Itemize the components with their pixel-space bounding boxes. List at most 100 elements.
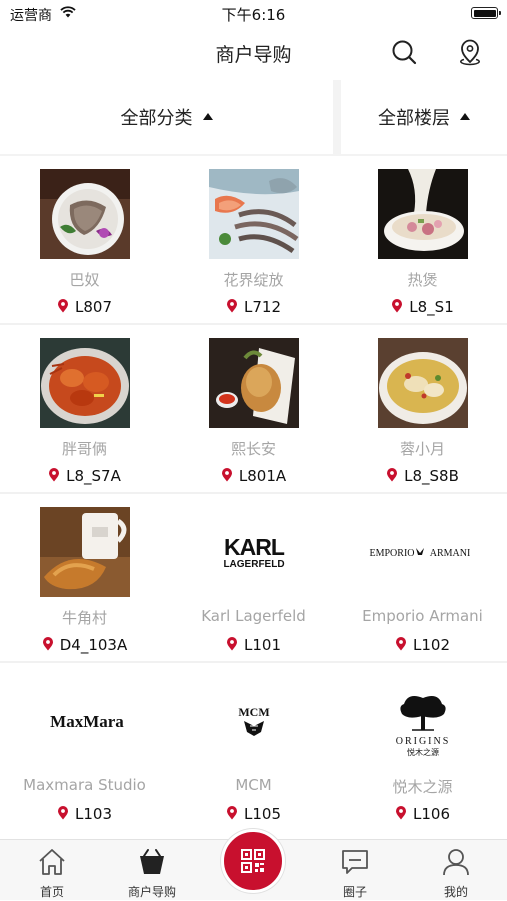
store-location: D4_103A xyxy=(0,636,169,654)
category-filter[interactable]: 全部分类 xyxy=(0,80,333,154)
maxmara-logo-word: MaxMara xyxy=(50,712,124,731)
store-card[interactable]: MCM MCM L105 xyxy=(169,663,338,830)
store-location: L8_S7A xyxy=(0,467,169,485)
clock-time: 下午6:16 xyxy=(221,6,286,24)
map-pin-icon xyxy=(396,637,406,651)
store-row: 巴奴 L807 花界绽放 L712 热煲 L8_S1 xyxy=(0,156,507,325)
store-location: L105 xyxy=(169,805,338,823)
origins-logo-word: ORIGINS xyxy=(396,736,451,747)
tab-home-label: 首页 xyxy=(39,885,64,899)
store-location: L102 xyxy=(338,636,507,654)
store-card[interactable]: 花界绽放 L712 xyxy=(169,156,338,323)
map-pin-icon xyxy=(58,299,68,313)
store-location: L807 xyxy=(0,298,169,316)
store-image-roast-chicken xyxy=(209,338,299,428)
store-name: 蓉小月 xyxy=(399,440,445,458)
store-location-text: L8_S1 xyxy=(409,298,454,316)
store-image-fish-soup xyxy=(378,338,468,428)
tab-circle-label: 圈子 xyxy=(342,885,367,899)
tab-circle[interactable]: 圈子 xyxy=(305,840,405,901)
lagerfeld-logo-word: LAGERFELD xyxy=(223,559,284,570)
emporio-logo-word: EMPORIO xyxy=(369,548,414,559)
tab-home[interactable]: 首页 xyxy=(2,840,102,901)
store-location-text: L106 xyxy=(413,805,450,823)
battery-icon xyxy=(471,7,501,19)
store-row: 牛角村 D4_103A KARL LAGERFELD Karl Lagerfel… xyxy=(0,494,507,663)
store-image-crab xyxy=(40,338,130,428)
store-location-text: L102 xyxy=(413,636,450,654)
map-pin-icon xyxy=(58,806,68,820)
store-card[interactable]: 牛角村 D4_103A xyxy=(0,494,169,661)
map-pin-icon xyxy=(227,637,237,651)
tab-mine[interactable]: 我的 xyxy=(406,840,506,901)
map-pin-icon xyxy=(49,468,60,482)
page-title: 商户导购 xyxy=(215,44,292,66)
qr-scan-button[interactable] xyxy=(221,829,285,893)
store-location: L101 xyxy=(169,636,338,654)
category-filter-label: 全部分类 xyxy=(120,108,193,129)
nav-bar: 商户导购 xyxy=(0,28,507,78)
map-pin-icon xyxy=(42,637,53,651)
status-bar: 运营商 下午6:16 xyxy=(0,0,507,28)
store-image-seafood xyxy=(209,169,299,259)
store-name: 熙长安 xyxy=(230,440,276,458)
chat-bubble-icon xyxy=(342,850,368,874)
store-card[interactable]: 热煲 L8_S1 xyxy=(338,156,507,323)
store-card[interactable]: EMPORIO ARMANI Emporio Armani L102 xyxy=(338,494,507,661)
store-location: L103 xyxy=(0,805,169,823)
store-name: Maxmara Studio xyxy=(23,776,146,794)
armani-logo-word: ARMANI xyxy=(430,548,471,559)
karl-logo-word: KARL xyxy=(224,534,285,560)
store-name: 胖哥俩 xyxy=(61,440,107,458)
floor-filter[interactable]: 全部楼层 xyxy=(341,80,507,154)
store-card[interactable]: 胖哥俩 L8_S7A xyxy=(0,325,169,492)
store-image-claypot xyxy=(378,169,468,259)
store-location: L8_S1 xyxy=(338,298,507,316)
store-location-text: L8_S8B xyxy=(404,467,459,485)
store-row: MaxMara Maxmara Studio L103 MCM MCM L105 xyxy=(0,663,507,832)
eagle-logo-mark xyxy=(416,548,424,555)
store-location-text: L101 xyxy=(244,636,281,654)
search-icon[interactable] xyxy=(390,38,418,66)
store-name: 巴奴 xyxy=(69,271,100,289)
map-pin-icon xyxy=(221,468,232,482)
store-name: MCM xyxy=(235,776,272,794)
store-location: L801A xyxy=(169,467,338,485)
tab-shopping-guide-label: 商户导购 xyxy=(127,885,176,899)
qr-code-icon xyxy=(241,849,265,873)
store-location: L712 xyxy=(169,298,338,316)
store-location: L106 xyxy=(338,805,507,823)
person-icon xyxy=(443,849,469,876)
store-name: 悦木之源 xyxy=(392,778,453,796)
store-card[interactable]: KARL LAGERFELD Karl Lagerfeld L101 xyxy=(169,494,338,661)
store-logo-emporio-armani: EMPORIO ARMANI xyxy=(366,507,480,597)
store-location-text: L807 xyxy=(75,298,112,316)
store-logo-mcm: MCM xyxy=(209,676,299,766)
tab-shopping-guide[interactable]: 商户导购 xyxy=(102,840,202,901)
shopping-basket-icon xyxy=(140,849,164,874)
store-image-croissant xyxy=(40,507,130,597)
filter-bar: 全部分类 全部楼层 xyxy=(0,80,507,156)
store-location-text: L105 xyxy=(244,805,281,823)
tab-mine-label: 我的 xyxy=(443,885,468,899)
origins-cn-logo-word: 悦木之源 xyxy=(407,747,439,757)
map-pin-icon xyxy=(387,468,398,482)
store-location-text: L103 xyxy=(75,805,112,823)
map-pin-icon xyxy=(396,806,406,820)
store-card[interactable]: 熙长安 L801A xyxy=(169,325,338,492)
triangle-up-icon xyxy=(460,112,470,120)
store-name: 花界绽放 xyxy=(223,271,284,289)
triangle-up-icon xyxy=(202,112,213,120)
store-location-text: L8_S7A xyxy=(66,467,121,485)
store-card[interactable]: MaxMara Maxmara Studio L103 xyxy=(0,663,169,830)
location-pin-icon[interactable] xyxy=(455,37,485,67)
store-card[interactable]: 巴奴 L807 xyxy=(0,156,169,323)
store-row: 胖哥俩 L8_S7A 熙长安 L801A 蓉小月 L8_S8B xyxy=(0,325,507,494)
store-location-text: L801A xyxy=(238,467,287,485)
store-location: L8_S8B xyxy=(338,467,507,485)
store-name: Emporio Armani xyxy=(362,607,483,625)
store-card[interactable]: 蓉小月 L8_S8B xyxy=(338,325,507,492)
store-name: 牛角村 xyxy=(61,609,107,627)
store-card[interactable]: ORIGINS 悦木之源 悦木之源 L106 xyxy=(338,663,507,830)
map-pin-icon xyxy=(227,299,237,313)
